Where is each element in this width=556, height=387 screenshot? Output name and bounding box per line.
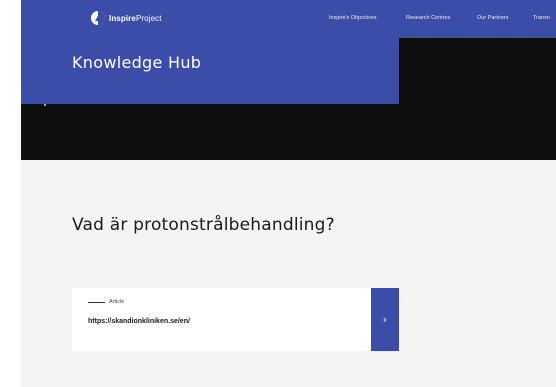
- card-kicker: Article: [88, 299, 124, 305]
- section-title: Vad är protonstrålbehandling?: [72, 215, 335, 235]
- content-section: [21, 160, 556, 387]
- logo-text: InspireProject: [109, 13, 162, 23]
- logo-icon: [91, 11, 105, 25]
- article-card[interactable]: Article https://skandionkliniken.se/en/: [72, 288, 371, 351]
- nav-link-objectives[interactable]: Inspire's Objectives: [329, 15, 377, 21]
- chevron-right-icon: ›: [382, 313, 388, 326]
- page: InspireProject Inspire's Objectives Rese…: [0, 0, 556, 387]
- site-logo[interactable]: InspireProject: [91, 11, 162, 25]
- decorative-dot: [44, 104, 46, 106]
- hero-image-strip: [21, 104, 556, 160]
- kicker-label: Article: [109, 299, 125, 305]
- page-title: Knowledge Hub: [72, 53, 202, 72]
- kicker-divider: [88, 301, 105, 303]
- nav-link-transnational[interactable]: Transn: [533, 15, 550, 21]
- nav-link-research-centres[interactable]: Research Centres: [406, 15, 450, 21]
- top-nav: InspireProject: [21, 0, 556, 38]
- open-article-button[interactable]: ›: [371, 288, 399, 351]
- article-link[interactable]: https://skandionkliniken.se/en/: [88, 318, 190, 325]
- nav-link-partners[interactable]: Our Partners: [477, 15, 508, 21]
